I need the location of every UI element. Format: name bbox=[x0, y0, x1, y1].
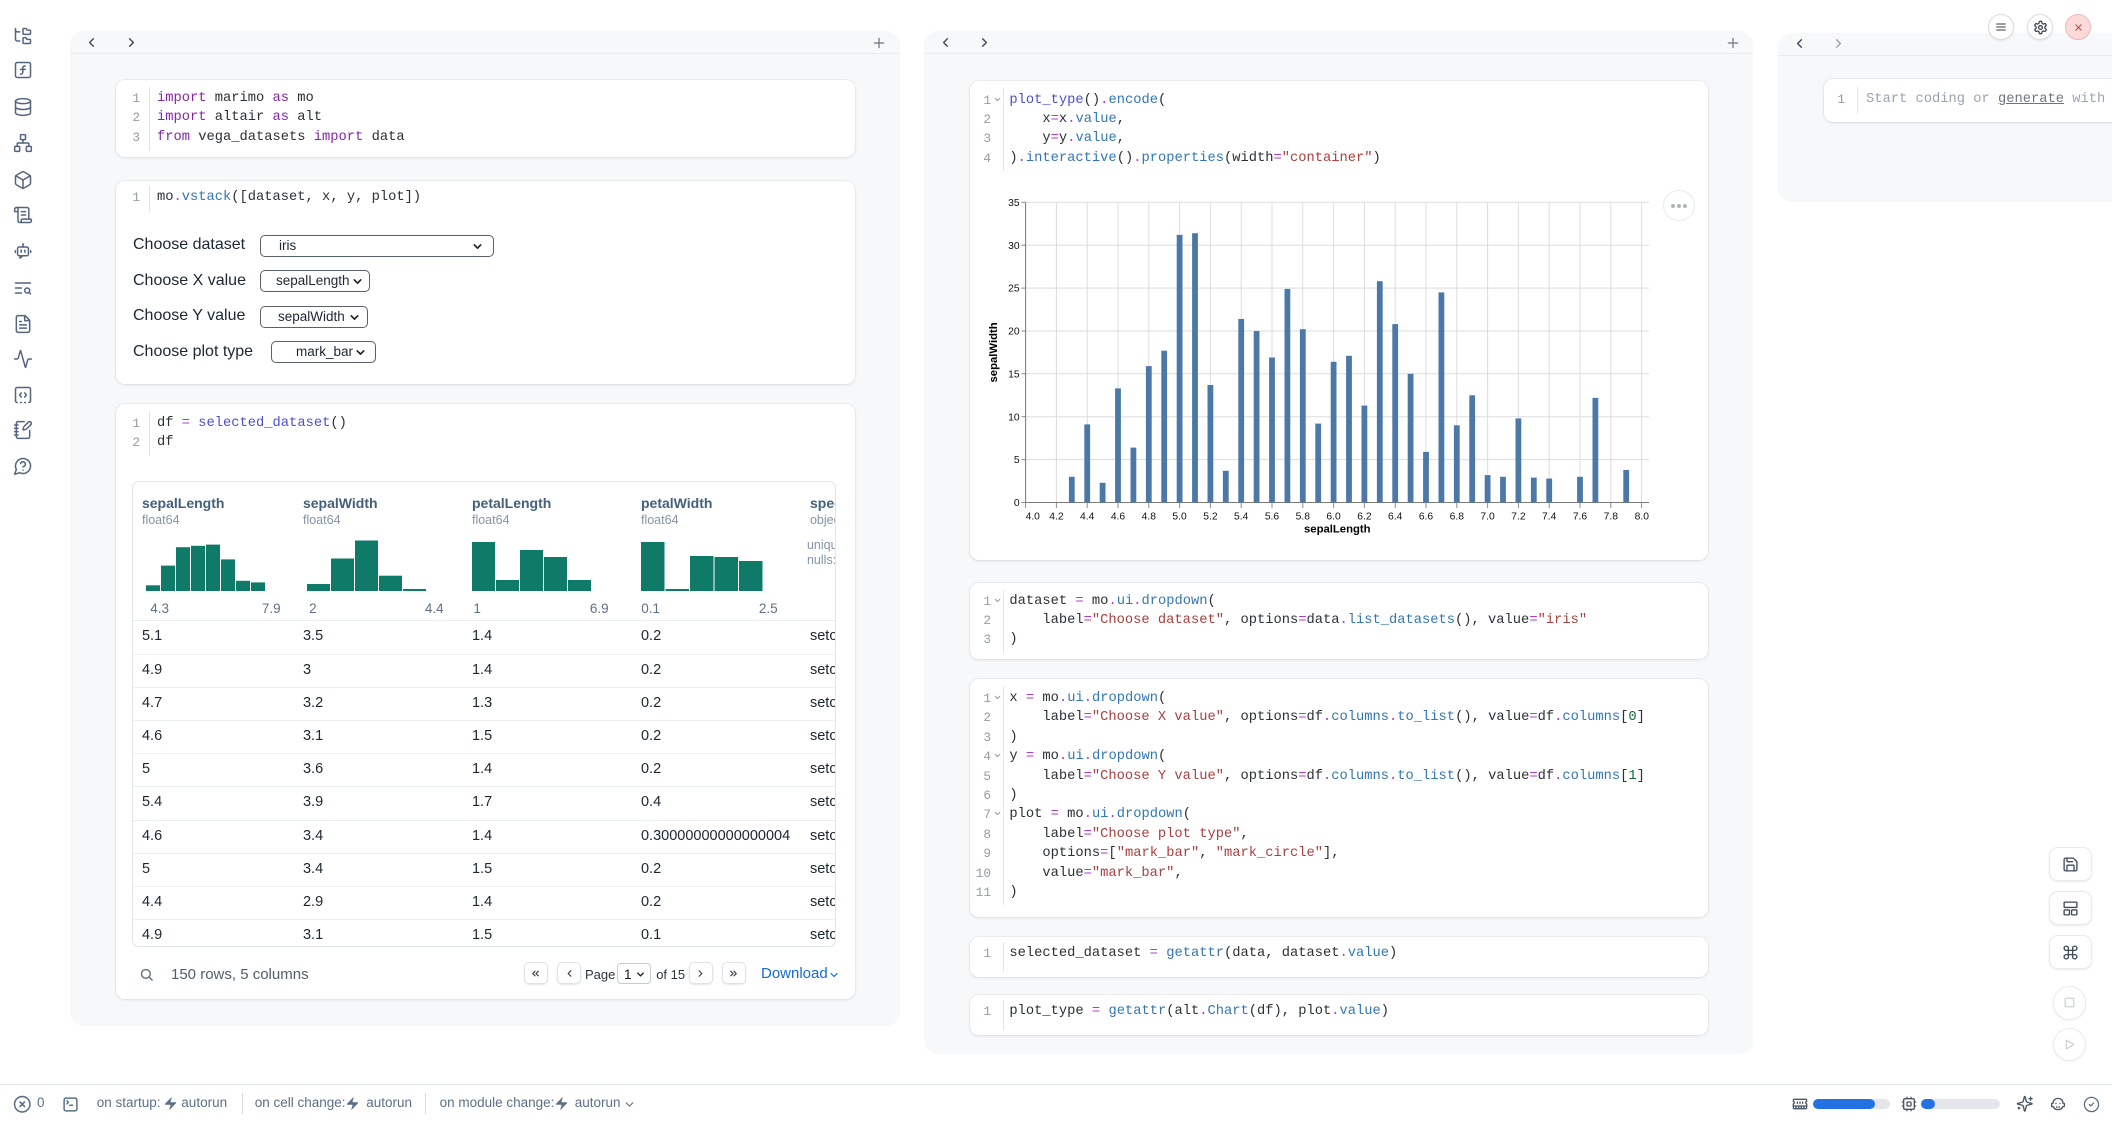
svg-text:5.8: 5.8 bbox=[1296, 511, 1311, 522]
svg-text:15: 15 bbox=[1008, 369, 1020, 380]
svg-text:0: 0 bbox=[1014, 498, 1020, 509]
svg-text:5.4: 5.4 bbox=[1234, 511, 1249, 522]
svg-text:5.6: 5.6 bbox=[1265, 511, 1280, 522]
svg-text:8.0: 8.0 bbox=[1635, 511, 1650, 522]
svg-text:4.0: 4.0 bbox=[1026, 511, 1041, 522]
svg-text:10: 10 bbox=[1008, 412, 1020, 423]
svg-text:4.8: 4.8 bbox=[1142, 511, 1157, 522]
svg-text:6.4: 6.4 bbox=[1388, 511, 1403, 522]
svg-text:7.2: 7.2 bbox=[1511, 511, 1526, 522]
svg-text:7.6: 7.6 bbox=[1573, 511, 1588, 522]
svg-text:5.0: 5.0 bbox=[1172, 511, 1187, 522]
svg-text:6.8: 6.8 bbox=[1450, 511, 1465, 522]
svg-text:sepalLength: sepalLength bbox=[1304, 523, 1371, 535]
svg-text:6.6: 6.6 bbox=[1419, 511, 1434, 522]
svg-text:4.6: 4.6 bbox=[1111, 511, 1126, 522]
svg-text:6.2: 6.2 bbox=[1357, 511, 1372, 522]
svg-text:7.8: 7.8 bbox=[1604, 511, 1619, 522]
svg-text:4.2: 4.2 bbox=[1049, 511, 1064, 522]
svg-text:7.0: 7.0 bbox=[1480, 511, 1495, 522]
svg-text:sepalWidth: sepalWidth bbox=[988, 322, 1000, 382]
svg-text:6.0: 6.0 bbox=[1326, 511, 1341, 522]
svg-text:5: 5 bbox=[1014, 455, 1020, 466]
svg-text:7.4: 7.4 bbox=[1542, 511, 1557, 522]
svg-text:35: 35 bbox=[1008, 198, 1020, 209]
svg-text:25: 25 bbox=[1008, 284, 1020, 295]
svg-text:20: 20 bbox=[1008, 327, 1020, 338]
svg-text:30: 30 bbox=[1008, 241, 1020, 252]
svg-text:4.4: 4.4 bbox=[1080, 511, 1095, 522]
svg-text:5.2: 5.2 bbox=[1203, 511, 1218, 522]
